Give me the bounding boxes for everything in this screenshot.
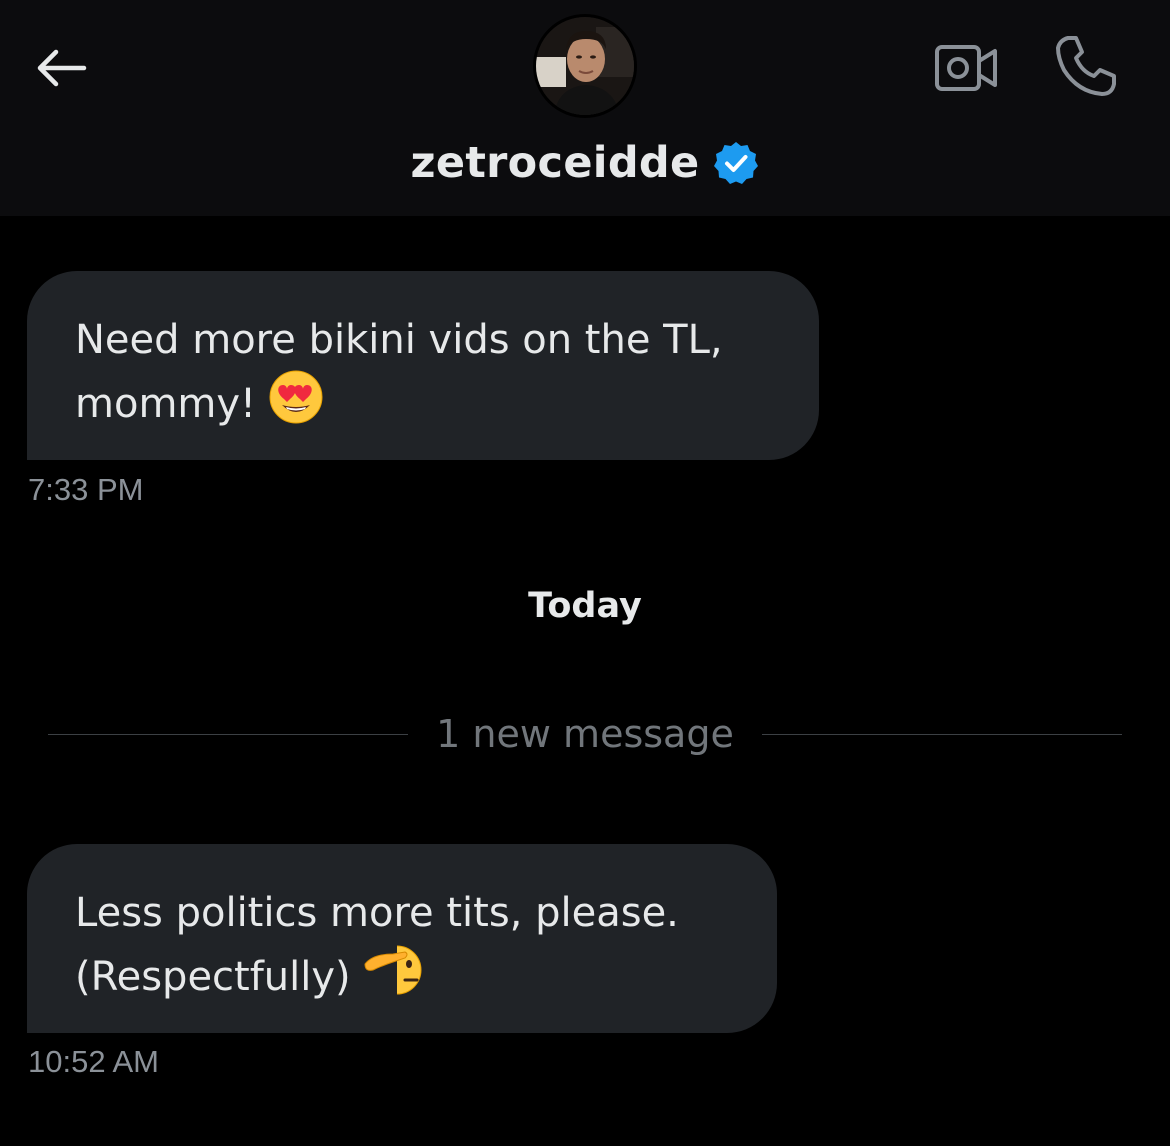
message-text-line-with-emoji: (Respectfully) <box>75 942 729 1014</box>
phone-icon <box>1056 36 1116 96</box>
username[interactable]: zetroceidde <box>411 138 700 188</box>
conversation-header: zetroceidde <box>0 0 1170 216</box>
received-message-bubble[interactable]: Need more bikini vids on the TL, mommy! <box>27 271 819 460</box>
back-button[interactable] <box>28 38 92 98</box>
date-separator: Today <box>528 586 642 626</box>
divider-line <box>48 734 408 735</box>
video-camera-icon <box>935 45 997 91</box>
received-message-bubble[interactable]: Less politics more tits, please. (Respec… <box>27 844 777 1033</box>
message-text-line: Less politics more tits, please. <box>75 890 679 936</box>
divider-line <box>762 734 1122 735</box>
message-timestamp: 7:33 PM <box>28 472 144 507</box>
verified-badge-icon <box>713 140 759 186</box>
new-message-divider: 1 new message <box>48 706 1122 762</box>
video-call-button[interactable] <box>932 40 1000 96</box>
voice-call-button[interactable] <box>1052 32 1120 100</box>
message-text-line: Need more bikini vids on the TL, <box>75 317 723 363</box>
avatar[interactable] <box>533 14 637 118</box>
new-message-label: 1 new message <box>436 712 734 756</box>
message-timestamp: 10:52 AM <box>28 1044 159 1079</box>
username-row[interactable]: zetroceidde <box>0 138 1170 188</box>
dm-conversation-screen: zetroceidde Need more bikini vids on the <box>0 0 1170 1146</box>
message-text: mommy! <box>75 381 257 427</box>
heart-eyes-emoji-icon <box>268 369 324 441</box>
profile-photo <box>536 17 634 115</box>
message-text-line-with-emoji: mommy! <box>75 369 771 441</box>
message-text: (Respectfully) <box>75 954 351 1000</box>
back-arrow-icon <box>37 49 87 87</box>
saluting-face-emoji-icon <box>363 942 427 1014</box>
